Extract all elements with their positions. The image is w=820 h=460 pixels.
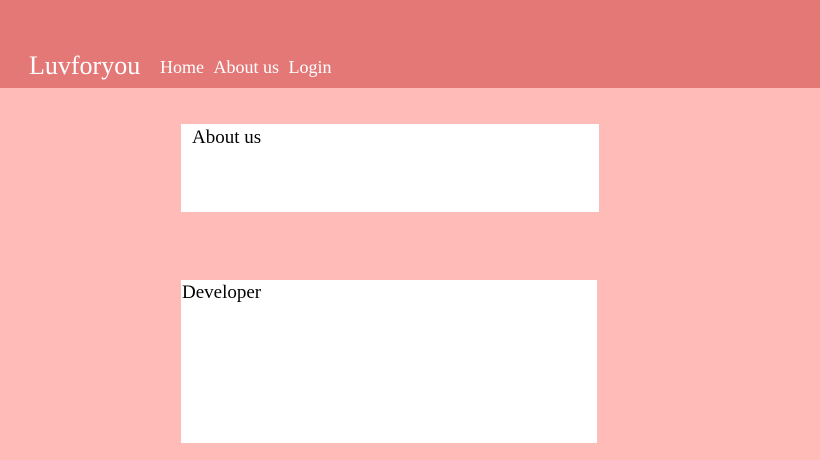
nav-links: Home About us Login — [160, 56, 337, 78]
about-us-panel: About us — [181, 124, 599, 212]
nav-link-about-us[interactable]: About us — [214, 56, 280, 78]
about-us-heading: About us — [192, 127, 262, 148]
nav-link-login[interactable]: Login — [289, 56, 332, 78]
developer-panel: Developer — [181, 280, 597, 443]
site-brand-link[interactable]: Luvforyou — [29, 50, 140, 82]
developer-heading: Developer — [182, 282, 262, 303]
nav-link-home[interactable]: Home — [160, 56, 204, 78]
navbar: Luvforyou Home About us Login — [0, 0, 820, 88]
